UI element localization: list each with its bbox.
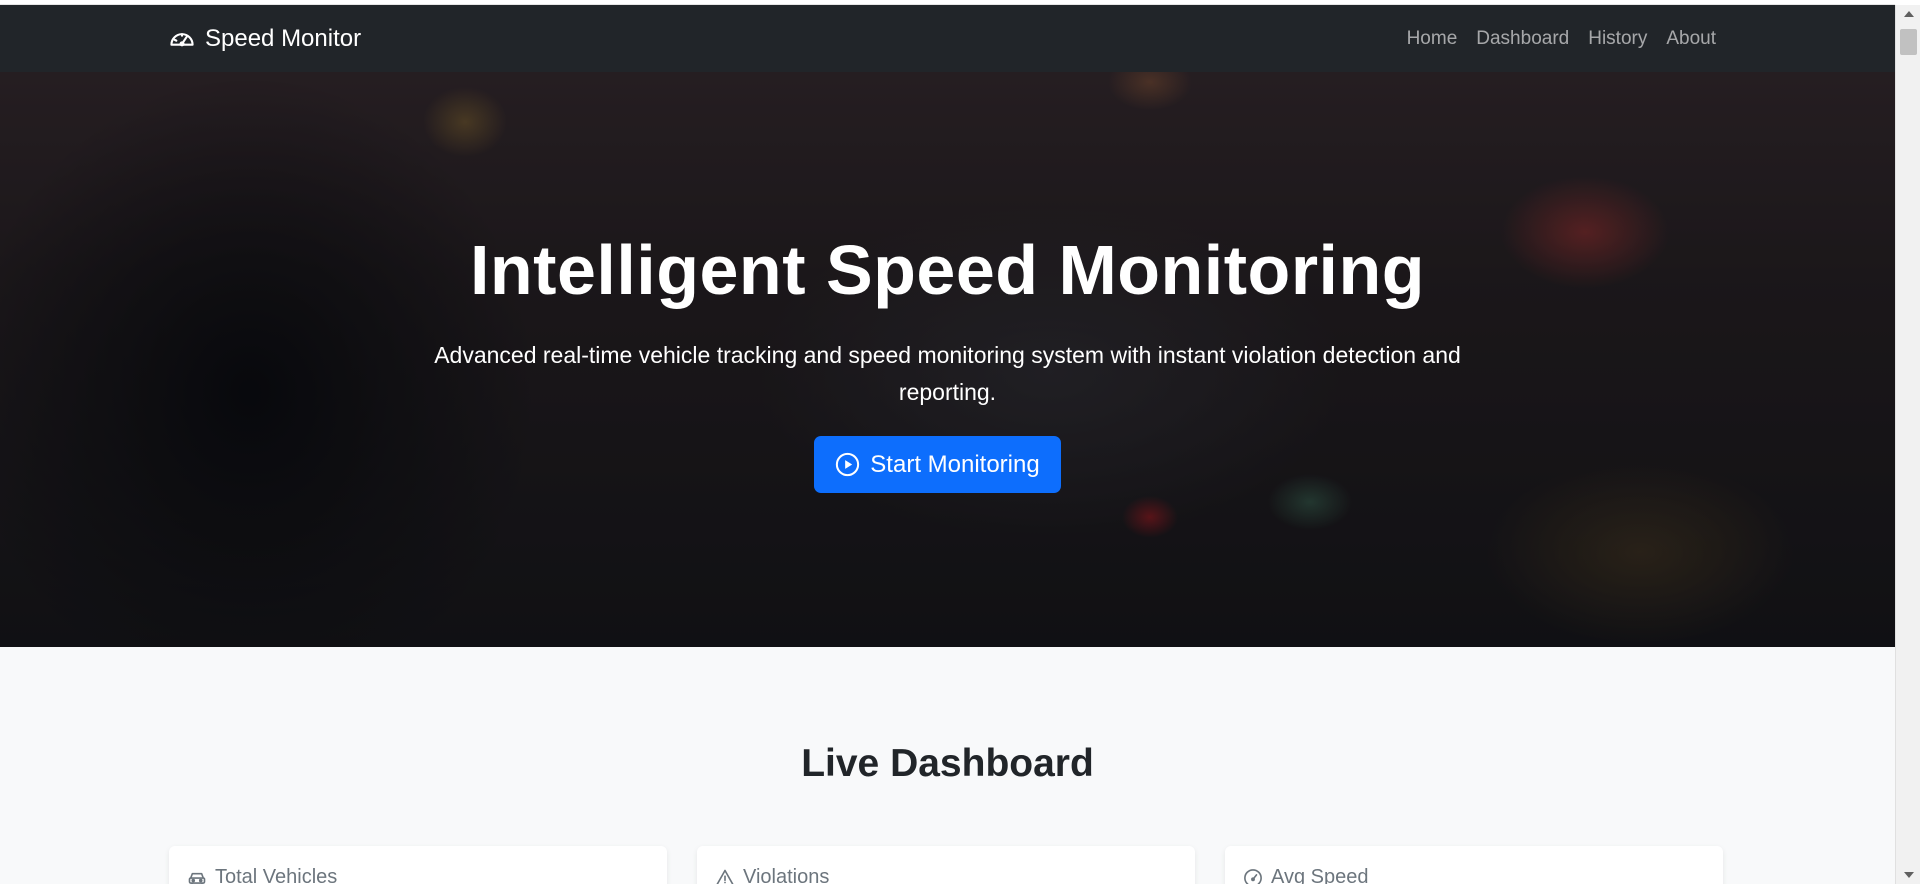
play-circle-icon	[836, 452, 860, 477]
scroll-up-arrow-icon[interactable]	[1904, 11, 1914, 17]
card-label: Avg Speed	[1271, 866, 1369, 884]
warning-icon	[716, 869, 734, 884]
nav-links: Home Dashboard History About	[1407, 28, 1716, 50]
card-label: Violations	[743, 866, 830, 884]
hero-title: Intelligent Speed Monitoring	[469, 231, 1426, 309]
avg-speed-card: Avg Speed	[1225, 846, 1723, 884]
violations-card: Violations	[697, 846, 1195, 884]
total-vehicles-card: Total Vehicles	[169, 846, 667, 884]
car-icon	[188, 872, 206, 884]
nav-dashboard[interactable]: Dashboard	[1476, 28, 1569, 50]
card-label: Total Vehicles	[215, 866, 338, 884]
start-monitoring-button[interactable]: Start Monitoring	[814, 436, 1061, 493]
nav-home[interactable]: Home	[1407, 28, 1458, 50]
brand-link[interactable]: Speed Monitor	[169, 25, 361, 53]
speedometer-icon	[1244, 869, 1262, 884]
navbar: Speed Monitor Home Dashboard History Abo…	[0, 5, 1895, 72]
start-monitoring-label: Start Monitoring	[870, 450, 1040, 478]
hero-subtitle: Advanced real-time vehicle tracking and …	[434, 342, 1461, 405]
page: Speed Monitor Home Dashboard History Abo…	[0, 5, 1895, 884]
nav-history[interactable]: History	[1588, 28, 1647, 50]
nav-about[interactable]: About	[1666, 28, 1716, 50]
dashboard-title: Live Dashboard	[801, 742, 1094, 785]
page-scrollbar[interactable]	[1895, 5, 1920, 884]
scrollbar-thumb[interactable]	[1900, 29, 1917, 55]
stat-cards: Total Vehicles Violations Avg Speed	[169, 846, 1723, 884]
hero-section: Intelligent Speed Monitoring Advanced re…	[0, 72, 1895, 647]
scroll-down-arrow-icon[interactable]	[1904, 872, 1914, 878]
speedometer-icon	[170, 33, 194, 47]
brand-name: Speed Monitor	[205, 25, 362, 52]
